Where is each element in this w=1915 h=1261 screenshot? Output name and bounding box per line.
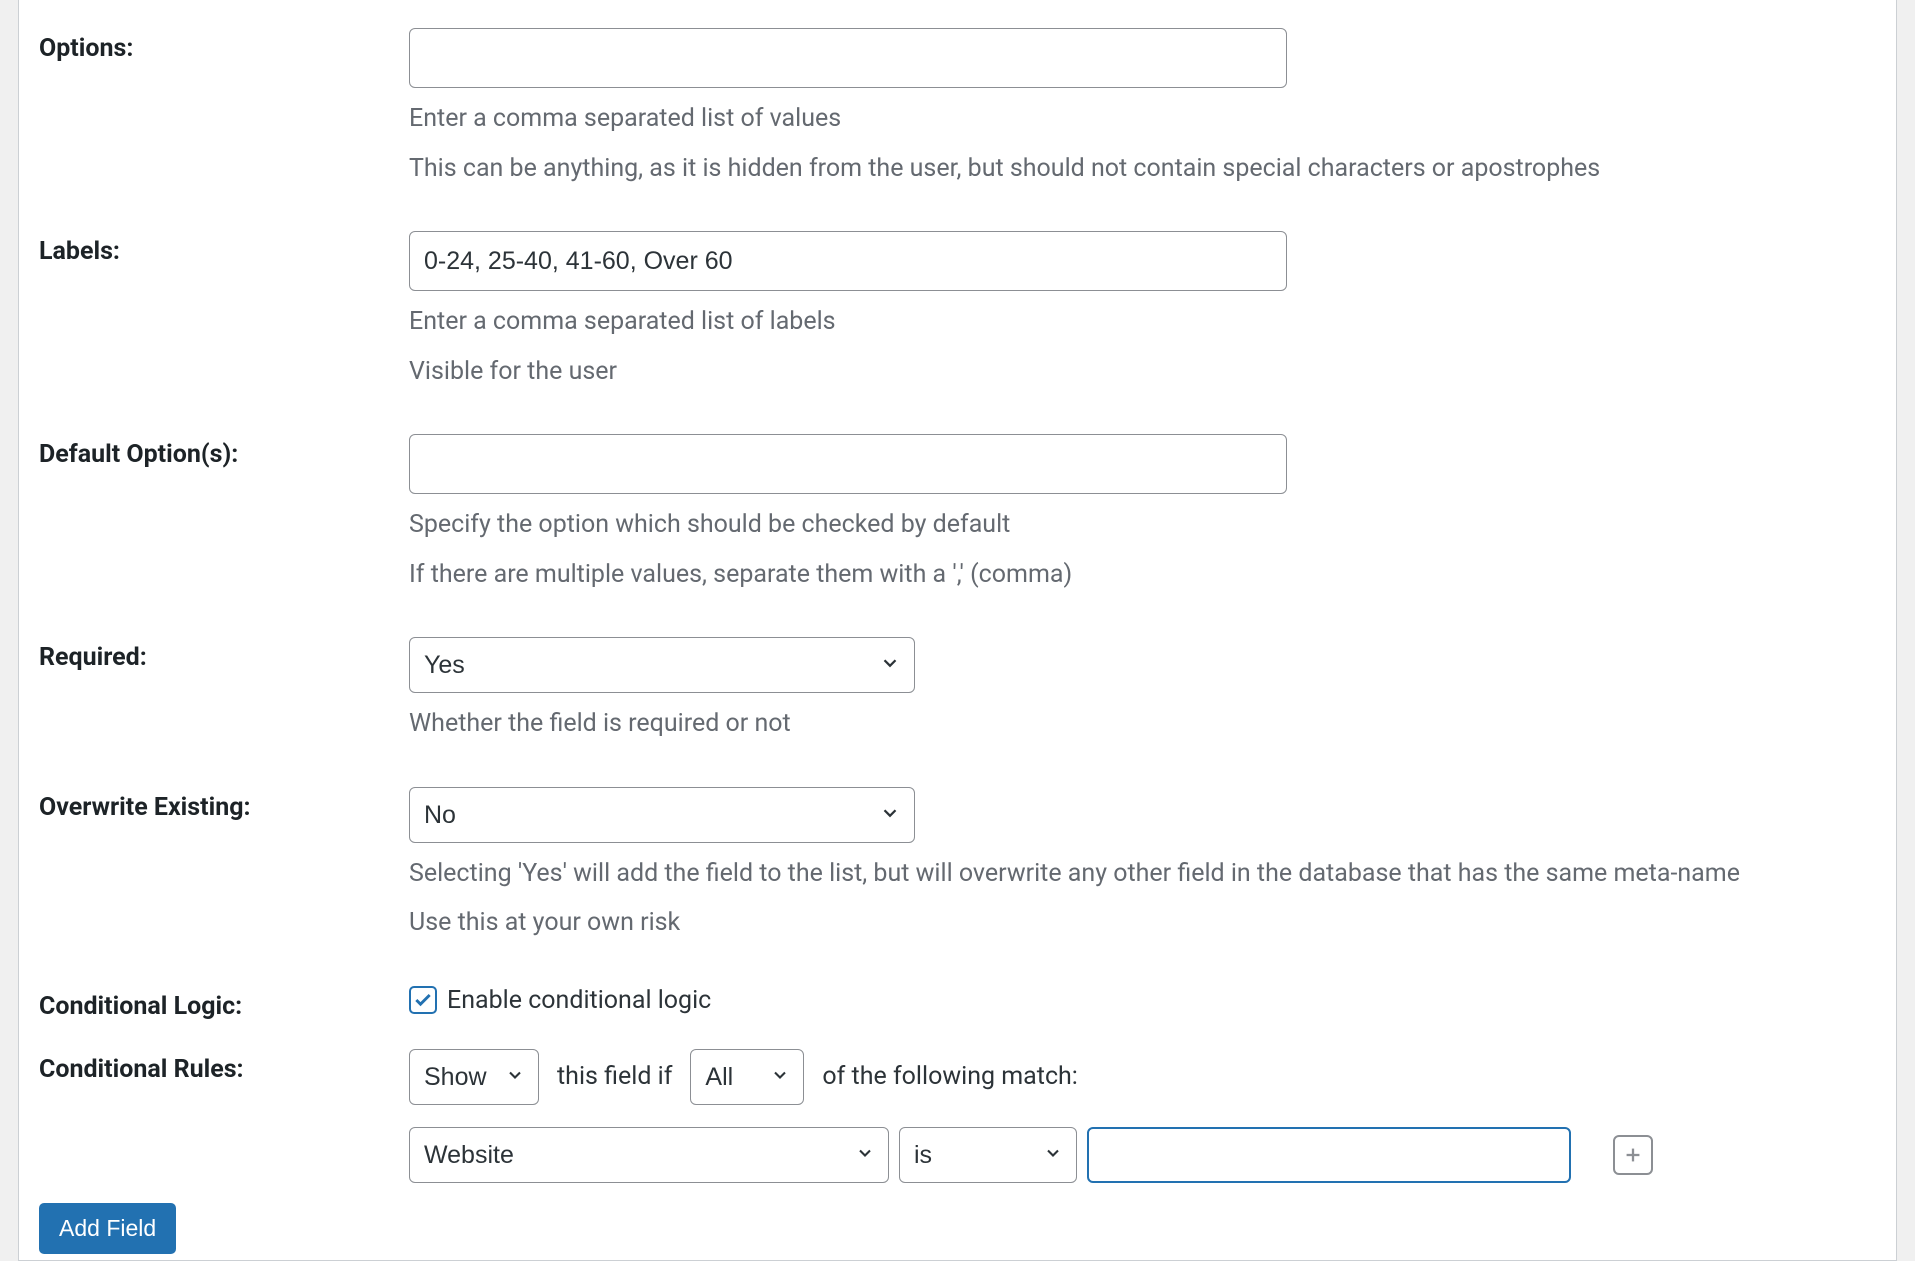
default-options-help-1: Specify the option which should be check… [409, 506, 1876, 544]
rule-field-select-wrap: Website [409, 1127, 889, 1183]
rules-text-2: of the following match: [822, 1062, 1077, 1091]
default-options-help-2: If there are multiple values, separate t… [409, 556, 1876, 594]
default-options-input[interactable] [409, 434, 1287, 494]
row-conditional-rules: Conditional Rules: Show this field if Al… [39, 1049, 1876, 1183]
rule-op-select-wrap: is [899, 1127, 1077, 1183]
conditional-logic-checkbox-label: Enable conditional logic [447, 986, 711, 1015]
label-conditional-logic: Conditional Logic: [39, 986, 409, 1021]
rule-field-select[interactable]: Website [409, 1127, 889, 1183]
required-select[interactable]: Yes [409, 637, 915, 693]
overwrite-help-2: Use this at your own risk [409, 904, 1876, 942]
plus-icon [1622, 1144, 1644, 1166]
labels-help-2: Visible for the user [409, 353, 1876, 391]
field-settings-panel: Options: Enter a comma separated list of… [18, 0, 1897, 1261]
label-options: Options: [39, 28, 409, 63]
conditional-logic-checkbox[interactable] [409, 986, 437, 1014]
row-options: Options: Enter a comma separated list of… [39, 28, 1876, 187]
label-labels: Labels: [39, 231, 409, 266]
add-field-button[interactable]: Add Field [39, 1203, 176, 1254]
rule-match-select[interactable]: All [690, 1049, 804, 1105]
options-help-2: This can be anything, as it is hidden fr… [409, 150, 1876, 188]
row-labels: Labels: Enter a comma separated list of … [39, 231, 1876, 390]
labels-help-1: Enter a comma separated list of labels [409, 303, 1876, 341]
rule-action-select-wrap: Show [409, 1049, 539, 1105]
overwrite-select[interactable]: No [409, 787, 915, 843]
labels-input[interactable] [409, 231, 1287, 291]
overwrite-help-1: Selecting 'Yes' will add the field to th… [409, 855, 1876, 893]
row-required: Required: Yes Whether the field is requi… [39, 637, 1876, 743]
label-conditional-rules: Conditional Rules: [39, 1049, 409, 1084]
label-required: Required: [39, 637, 409, 672]
rule-match-select-wrap: All [690, 1049, 804, 1105]
rules-text-1: this field if [557, 1062, 672, 1091]
required-help: Whether the field is required or not [409, 705, 1876, 743]
check-icon [413, 990, 433, 1010]
add-rule-button[interactable] [1613, 1135, 1653, 1175]
options-input[interactable] [409, 28, 1287, 88]
row-conditional-logic: Conditional Logic: Enable conditional lo… [39, 986, 1876, 1021]
label-default-options: Default Option(s): [39, 434, 409, 469]
required-select-wrap: Yes [409, 637, 915, 693]
overwrite-select-wrap: No [409, 787, 915, 843]
rule-value-input[interactable] [1087, 1127, 1571, 1183]
row-default-options: Default Option(s): Specify the option wh… [39, 434, 1876, 593]
rule-action-select[interactable]: Show [409, 1049, 539, 1105]
options-help-1: Enter a comma separated list of values [409, 100, 1876, 138]
label-overwrite: Overwrite Existing: [39, 787, 409, 822]
rule-op-select[interactable]: is [899, 1127, 1077, 1183]
row-overwrite: Overwrite Existing: No Selecting 'Yes' w… [39, 787, 1876, 942]
